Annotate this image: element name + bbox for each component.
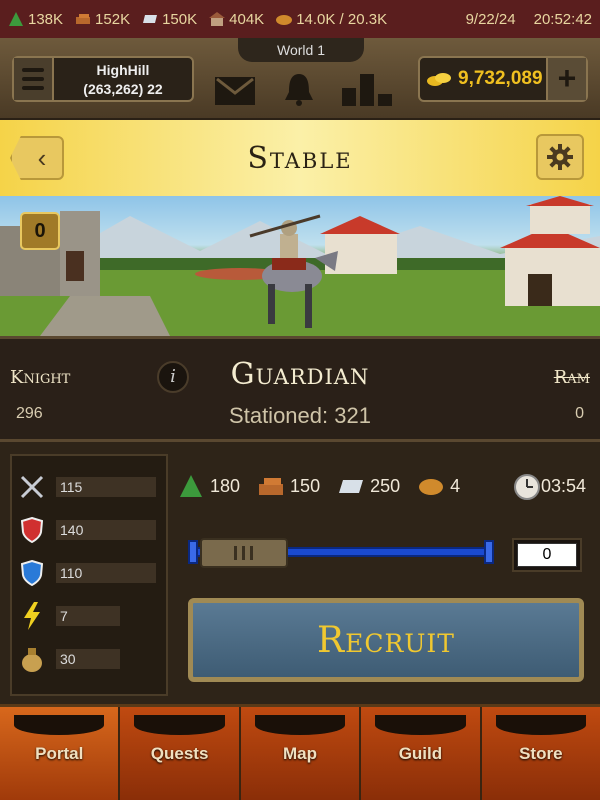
menu-button[interactable] <box>14 58 54 100</box>
hamburger-icon <box>22 86 44 90</box>
slider-min-cap <box>188 540 198 564</box>
player-name: HighHill <box>96 62 150 78</box>
stat-defense-red-value: 140 <box>56 520 156 540</box>
crossed-swords-icon <box>18 473 46 501</box>
nav-store[interactable]: Store <box>482 707 600 800</box>
quantity-field-frame <box>512 538 582 572</box>
back-button[interactable]: ‹ <box>10 136 64 180</box>
hamburger-icon <box>22 68 44 72</box>
mail-icon[interactable] <box>214 76 256 106</box>
resource-wood: 138K <box>8 11 63 28</box>
stable-count-badge: 0 <box>20 212 60 250</box>
title-bar: ‹ Stable <box>0 120 600 196</box>
unit-selector: Knight 296 i Guardian Stationed: 321 Ram… <box>0 336 600 442</box>
stat-speed-value: 7 <box>56 606 120 626</box>
resource-food: 14.0K / 20.3K <box>276 11 387 28</box>
cost-wood-value: 180 <box>210 475 241 496</box>
cost-iron-value: 250 <box>370 475 401 496</box>
nav-portal[interactable]: Portal <box>0 707 121 800</box>
stat-capacity-value: 30 <box>56 649 120 669</box>
wood-icon <box>180 475 202 497</box>
page-title: Stable <box>247 140 353 176</box>
stat-defense-red: 140 <box>18 515 156 545</box>
bread-icon <box>276 15 293 25</box>
gold-display: 9,732,089 <box>420 68 546 90</box>
clay-icon <box>76 14 91 24</box>
cost-wood: 180 <box>178 475 240 497</box>
player-coords: (263,262) 22 <box>83 81 163 97</box>
stable-building <box>500 196 600 306</box>
stat-speed: 7 <box>18 601 120 631</box>
world-tab[interactable]: World 1 <box>238 38 364 62</box>
ranking-icon[interactable] <box>342 74 394 106</box>
resource-clay: 152K <box>75 11 130 28</box>
iron-amount: 150K <box>162 10 198 28</box>
wood-amount: 138K <box>28 10 64 28</box>
clay-icon <box>259 478 284 495</box>
cost-time: 03:54 <box>513 472 586 500</box>
stationed-count: Stationed: 321 <box>229 403 371 428</box>
buy-gold-button[interactable]: + <box>546 58 586 100</box>
bottom-nav: Portal Quests Map Guild Store <box>0 704 600 800</box>
chevron-left-icon: ‹ <box>37 142 47 173</box>
red-shield-icon <box>18 516 46 544</box>
player-box[interactable]: HighHill (263,262) 22 <box>12 56 194 102</box>
stopwatch-icon <box>513 474 540 500</box>
cost-food: 4 <box>418 475 460 497</box>
cost-clay-value: 150 <box>290 475 321 496</box>
next-unit-count: 0 <box>575 405 584 422</box>
sack-icon <box>18 645 46 673</box>
stable-illustration <box>0 196 600 336</box>
iron-icon <box>143 15 158 23</box>
gold-coins-icon <box>427 73 451 86</box>
stable-scene <box>0 196 600 336</box>
lightning-icon <box>18 602 46 630</box>
settings-button[interactable] <box>536 134 584 180</box>
next-unit-button[interactable]: Ram <box>554 367 590 388</box>
nav-quests[interactable]: Quests <box>120 707 241 800</box>
bell-icon[interactable] <box>282 72 316 106</box>
bread-icon <box>419 479 444 495</box>
iron-icon <box>339 480 364 493</box>
gold-box: 9,732,089 + <box>418 56 588 102</box>
recruit-button[interactable]: Recruit <box>188 598 584 682</box>
unit-name: Guardian <box>230 357 370 392</box>
grip-icon <box>234 546 253 560</box>
status-time: 20:52:42 <box>533 10 592 28</box>
resource-iron: 150K <box>142 11 197 28</box>
stat-attack-value: 115 <box>56 477 156 497</box>
stat-attack: 115 <box>18 472 156 502</box>
food-amount: 14.0K / 20.3K <box>296 10 388 28</box>
nav-map[interactable]: Map <box>241 707 362 800</box>
stat-capacity: 30 <box>18 644 120 674</box>
status-date: 9/22/24 <box>465 10 516 28</box>
cost-iron: 250 <box>338 475 400 497</box>
gold-amount: 9,732,089 <box>458 68 543 89</box>
cost-time-value: 03:54 <box>540 475 586 496</box>
quantity-input[interactable] <box>517 543 577 567</box>
stat-defense-blue-value: 110 <box>56 563 156 583</box>
hamburger-icon <box>22 77 44 81</box>
cost-food-value: 4 <box>450 475 461 496</box>
status-bar: 138K 152K 150K 404K 14.0K / 20.3K 9/22/2… <box>0 0 600 38</box>
top-header: World 1 HighHill (263,262) 22 9,732,089 … <box>0 38 600 120</box>
gear-icon <box>547 144 573 170</box>
wood-icon <box>9 12 23 26</box>
quantity-slider[interactable] <box>188 538 498 568</box>
clay-amount: 152K <box>95 10 131 28</box>
unit-stats: 115 140 110 7 30 <box>10 454 168 696</box>
blue-shield-icon <box>18 559 46 587</box>
recruit-costs: 180 150 250 4 03:54 <box>178 472 590 500</box>
farmhouse-icon <box>209 12 226 26</box>
cost-clay: 150 <box>258 475 320 497</box>
recruit-panel: 115 140 110 7 30 180 150 250 4 03:54 0 R… <box>0 442 600 704</box>
nav-guild[interactable]: Guild <box>361 707 482 800</box>
slider-max-cap <box>484 540 494 564</box>
player-info: HighHill (263,262) 22 <box>54 58 192 100</box>
header-icons <box>214 72 394 106</box>
stat-defense-blue: 110 <box>18 558 156 588</box>
population-amount: 404K <box>229 10 265 28</box>
slider-handle[interactable] <box>200 538 288 568</box>
resource-population: 404K <box>209 11 264 28</box>
